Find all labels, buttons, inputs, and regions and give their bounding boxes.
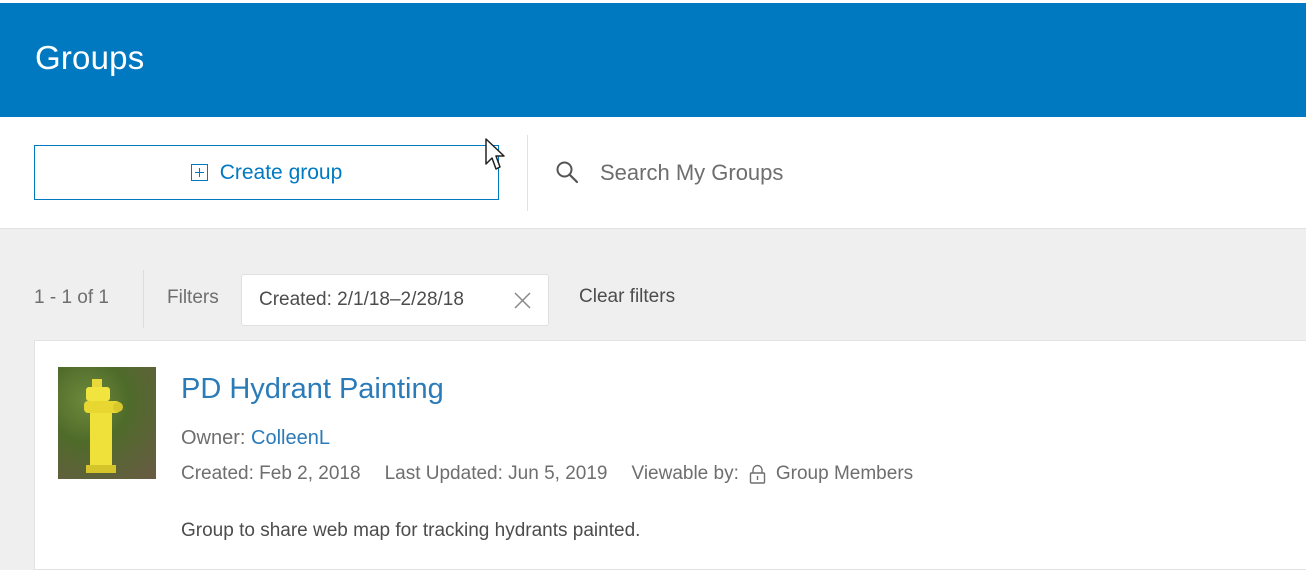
search-input[interactable] bbox=[600, 155, 1200, 191]
created-date: Feb 2, 2018 bbox=[259, 463, 361, 484]
clear-filters-link[interactable]: Clear filters bbox=[579, 286, 675, 308]
hydrant-image bbox=[84, 379, 123, 473]
updated-date: Jun 5, 2019 bbox=[508, 463, 608, 484]
created-label: Created: bbox=[181, 463, 254, 484]
meta-row: Created: Feb 2, 2018 Last Updated: Jun 5… bbox=[181, 463, 913, 485]
mouse-cursor-icon bbox=[485, 138, 505, 170]
filter-chip-created: Created: 2/1/18–2/28/18 bbox=[241, 274, 549, 326]
lock-icon bbox=[749, 464, 766, 484]
viewable-label: Viewable by: bbox=[631, 463, 739, 484]
filter-bar: 1 - 1 of 1 Filters Created: 2/1/18–2/28/… bbox=[0, 268, 1306, 328]
viewable-value: Group Members bbox=[775, 463, 914, 484]
filters-label: Filters bbox=[167, 287, 219, 308]
results-count: 1 - 1 of 1 bbox=[34, 287, 109, 308]
group-card: PD Hydrant Painting Owner: ColleenL Crea… bbox=[34, 340, 1306, 570]
search-icon bbox=[556, 161, 579, 184]
page-title: Groups bbox=[35, 39, 145, 76]
close-icon[interactable] bbox=[513, 291, 532, 310]
plus-box-icon bbox=[190, 164, 208, 181]
create-group-button[interactable]: Create group bbox=[34, 145, 499, 200]
toolbar: Create group bbox=[0, 117, 1306, 229]
page-header: Groups bbox=[0, 0, 1306, 117]
toolbar-divider bbox=[527, 135, 528, 211]
owner-row: Owner: ColleenL bbox=[181, 427, 330, 450]
group-thumbnail[interactable] bbox=[58, 367, 156, 479]
owner-link[interactable]: ColleenL bbox=[251, 427, 330, 449]
filter-divider bbox=[143, 270, 144, 328]
create-group-label: Create group bbox=[219, 160, 343, 184]
updated-label: Last Updated: bbox=[384, 463, 503, 484]
owner-label: Owner: bbox=[181, 427, 246, 449]
group-description: Group to share web map for tracking hydr… bbox=[181, 520, 641, 541]
group-title-link[interactable]: PD Hydrant Painting bbox=[181, 373, 444, 406]
filter-chip-label: Created: 2/1/18–2/28/18 bbox=[259, 289, 464, 310]
